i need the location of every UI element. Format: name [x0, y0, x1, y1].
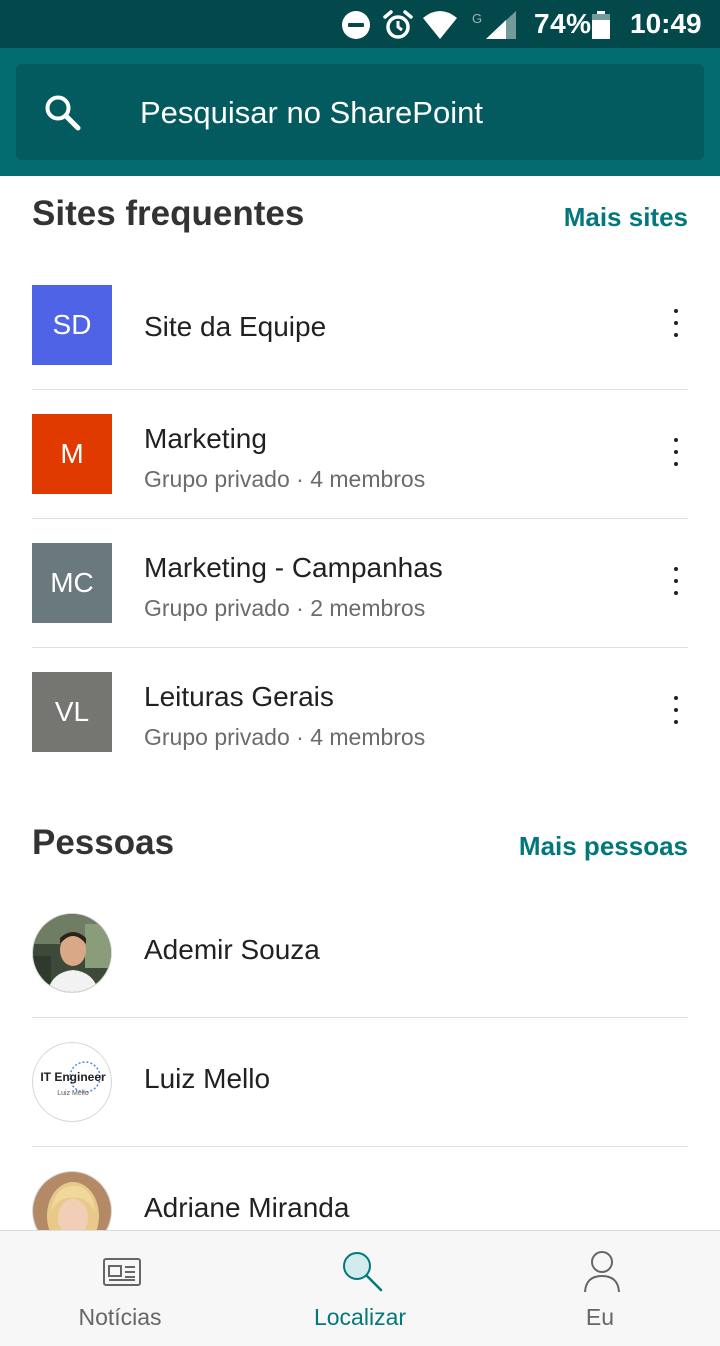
site-row-leituras-gerais[interactable]: VL Leituras Gerais Grupo privado · 4 mem… [32, 648, 688, 777]
people-title: Pessoas [32, 823, 175, 862]
news-icon [103, 1258, 141, 1286]
avatar-photo [33, 1172, 111, 1230]
person-name: Adriane Miranda [144, 1192, 350, 1223]
more-options-icon[interactable] [664, 565, 688, 601]
person-name: Luiz Mello [144, 1063, 271, 1094]
more-options-icon[interactable] [664, 436, 688, 472]
avatar-logo: IT Engineer Luiz Mello [40, 1061, 106, 1097]
person-row-ademir-souza[interactable]: Ademir Souza [32, 889, 688, 1018]
site-tile: VL [32, 672, 112, 752]
nav-tab-eu[interactable]: Eu [480, 1231, 720, 1346]
avatar-photo [33, 914, 111, 992]
more-options-icon[interactable] [664, 694, 688, 730]
more-options-icon[interactable] [664, 307, 688, 343]
nav-label-noticias: Notícias [78, 1304, 162, 1330]
person-icon [584, 1251, 620, 1293]
site-tile: MC [32, 543, 112, 623]
nav-label-eu: Eu [585, 1304, 615, 1330]
avatar [32, 1171, 112, 1230]
nav-tab-noticias[interactable]: Notícias [0, 1231, 240, 1346]
person-row-luiz-mello[interactable]: IT Engineer Luiz Mello Luiz Mello [32, 1018, 688, 1147]
site-name: Leituras Gerais [144, 681, 334, 712]
site-row-site-da-equipe[interactable]: SD Site da Equipe [32, 261, 688, 390]
search-input[interactable]: Pesquisar no SharePoint [16, 64, 704, 160]
signal-icon: G [472, 11, 516, 39]
site-name: Marketing [144, 423, 267, 454]
wifi-icon [423, 11, 457, 39]
site-row-marketing[interactable]: M Marketing Grupo privado · 4 membros [32, 390, 688, 519]
nav-tab-localizar[interactable]: Localizar [240, 1231, 480, 1346]
network-type-label: G [472, 11, 482, 26]
site-subtitle: Grupo privado · 2 membros [144, 595, 426, 621]
battery-icon [592, 11, 610, 39]
main-content[interactable]: Sites frequentes Mais sites SD Site da E… [0, 176, 720, 1230]
avatar-logo-text: IT Engineer [40, 1070, 106, 1084]
more-people-link[interactable]: Mais pessoas [519, 831, 688, 862]
app-bar: Pesquisar no SharePoint [0, 48, 720, 176]
people-header: Pessoas Mais pessoas [32, 823, 688, 873]
alarm-icon [383, 10, 413, 39]
bottom-navigation: Notícias Localizar Eu [0, 1230, 720, 1346]
search-icon [45, 95, 81, 131]
avatar [32, 913, 112, 993]
site-subtitle: Grupo privado · 4 membros [144, 466, 426, 492]
nav-label-localizar: Localizar [313, 1304, 407, 1330]
person-name: Ademir Souza [144, 934, 320, 965]
frequent-sites-title: Sites frequentes [32, 194, 305, 233]
person-row-adriane-miranda[interactable]: Adriane Miranda [32, 1147, 688, 1230]
site-subtitle: Grupo privado · 4 membros [144, 724, 426, 750]
search-placeholder: Pesquisar no SharePoint [140, 95, 483, 130]
more-sites-link[interactable]: Mais sites [564, 202, 688, 233]
battery-percent: 74% [534, 8, 592, 39]
status-bar: G 74% 10:49 [0, 0, 720, 48]
search-icon [343, 1252, 383, 1292]
clock: 10:49 [630, 8, 702, 39]
site-tile: M [32, 414, 112, 494]
do-not-disturb-icon [342, 11, 370, 39]
frequent-sites-header: Sites frequentes Mais sites [32, 194, 688, 244]
site-row-marketing-campanhas[interactable]: MC Marketing - Campanhas Grupo privado ·… [32, 519, 688, 648]
avatar: IT Engineer Luiz Mello [32, 1042, 112, 1122]
site-name: Site da Equipe [144, 311, 327, 342]
site-tile: SD [32, 285, 112, 365]
avatar-logo-subtext: Luiz Mello [57, 1090, 89, 1097]
site-name: Marketing - Campanhas [144, 552, 443, 583]
